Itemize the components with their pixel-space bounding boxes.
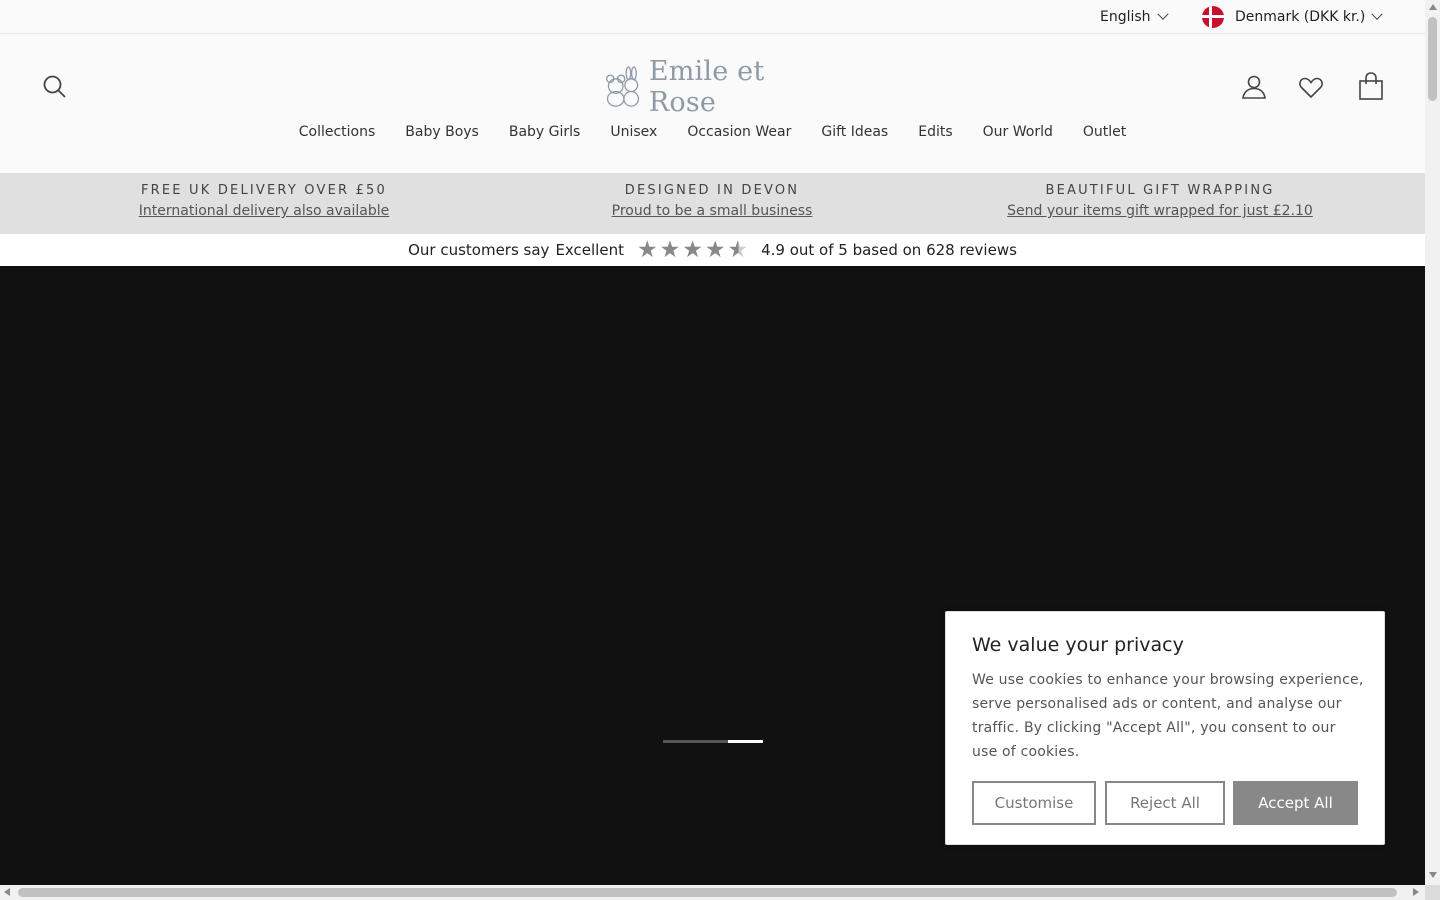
nav-item-baby-girls[interactable]: Baby Girls xyxy=(494,124,595,140)
star-icon: ★ xyxy=(659,236,681,263)
promo-link[interactable]: Proud to be a small business xyxy=(612,203,813,219)
chevron-down-icon xyxy=(1156,8,1169,20)
horizontal-scroll-thumb[interactable] xyxy=(18,888,1397,897)
nav-item-unisex[interactable]: Unisex xyxy=(595,124,672,140)
nav-item-baby-boys[interactable]: Baby Boys xyxy=(390,124,494,140)
bag-icon[interactable] xyxy=(1358,72,1384,100)
slide-dot-2[interactable] xyxy=(695,740,728,743)
utility-bar: English Denmark (DKK kr.) xyxy=(0,0,1425,34)
scrollbar-corner xyxy=(1425,885,1440,900)
language-selector[interactable]: English xyxy=(1100,0,1169,33)
nav-item-gift-ideas[interactable]: Gift Ideas xyxy=(806,124,903,140)
denmark-flag-icon xyxy=(1202,5,1224,28)
half-star-icon: ★ xyxy=(727,236,749,263)
slide-dot-1[interactable] xyxy=(663,740,695,743)
scroll-left-arrow-icon[interactable] xyxy=(4,888,10,896)
reviews-summary: 4.9 out of 5 based on 628 reviews xyxy=(761,241,1017,259)
heart-icon[interactable] xyxy=(1298,75,1324,101)
chevron-down-icon xyxy=(1371,8,1384,20)
logo-text: Emile et Rose xyxy=(648,56,765,118)
bunny-bear-logo-icon xyxy=(606,66,640,107)
slide-dot-3-active[interactable] xyxy=(728,740,763,743)
nav-item-outlet[interactable]: Outlet xyxy=(1068,124,1141,140)
promo-delivery: FREE UK DELIVERY OVER £50 International … xyxy=(44,183,484,219)
site-header: Emile et Rose Collections Baby Boys Baby… xyxy=(0,34,1425,173)
reviews-rating-word: Excellent xyxy=(555,241,624,259)
star-icon: ★ xyxy=(682,236,703,263)
page: English Denmark (DKK kr.) Emile et Rose … xyxy=(0,0,1425,885)
horizontal-scrollbar[interactable] xyxy=(0,885,1425,900)
promo-title: BEAUTIFUL GIFT WRAPPING xyxy=(1045,183,1275,198)
promo-strip: FREE UK DELIVERY OVER £50 International … xyxy=(0,173,1425,234)
reject-all-button[interactable]: Reject All xyxy=(1105,781,1225,825)
nav-item-edits[interactable]: Edits xyxy=(903,124,967,140)
promo-title: FREE UK DELIVERY OVER £50 xyxy=(140,183,387,198)
nav-item-collections[interactable]: Collections xyxy=(284,124,391,140)
reviews-bar[interactable]: Our customers say Excellent ★ ★ ★ ★ ★ 4.… xyxy=(0,234,1425,266)
cookie-consent-dialog: We value your privacy We use cookies to … xyxy=(945,611,1385,845)
promo-link[interactable]: International delivery also available xyxy=(139,203,389,219)
promo-link[interactable]: Send your items gift wrapped for just £2… xyxy=(1007,203,1313,219)
star-icon: ★ xyxy=(704,236,726,263)
promo-devon: DESIGNED IN DEVON Proud to be a small bu… xyxy=(492,183,932,219)
scroll-down-arrow-icon[interactable] xyxy=(1429,872,1437,878)
slideshow-pagination xyxy=(663,740,763,743)
scroll-right-arrow-icon[interactable] xyxy=(1413,888,1419,896)
cookie-text: We use cookies to enhance your browsing … xyxy=(972,672,1364,760)
customise-button[interactable]: Customise xyxy=(972,781,1096,825)
star-icon: ★ xyxy=(636,236,658,263)
cookie-title: We value your privacy xyxy=(972,634,1184,656)
reviews-prefix: Our customers say xyxy=(408,241,550,259)
search-icon[interactable] xyxy=(42,74,68,100)
vertical-scrollbar[interactable] xyxy=(1425,0,1440,885)
vertical-scroll-thumb[interactable] xyxy=(1428,17,1437,101)
nav-item-our-world[interactable]: Our World xyxy=(968,124,1068,140)
promo-title: DESIGNED IN DEVON xyxy=(624,183,800,198)
scroll-up-arrow-icon[interactable] xyxy=(1429,4,1437,10)
main-nav: Collections Baby Boys Baby Girls Unisex … xyxy=(0,124,1425,140)
accept-all-button[interactable]: Accept All xyxy=(1233,781,1358,825)
country-label: Denmark (DKK kr.) xyxy=(1235,8,1366,25)
country-selector[interactable]: Denmark (DKK kr.) xyxy=(1202,0,1384,33)
language-label: English xyxy=(1100,8,1151,25)
account-icon[interactable] xyxy=(1241,74,1267,100)
rating-stars: ★ ★ ★ ★ ★ xyxy=(636,236,749,263)
promo-gift-wrap: BEAUTIFUL GIFT WRAPPING Send your items … xyxy=(940,183,1380,219)
site-logo[interactable]: Emile et Rose xyxy=(603,56,823,118)
nav-item-occasion-wear[interactable]: Occasion Wear xyxy=(672,124,806,140)
